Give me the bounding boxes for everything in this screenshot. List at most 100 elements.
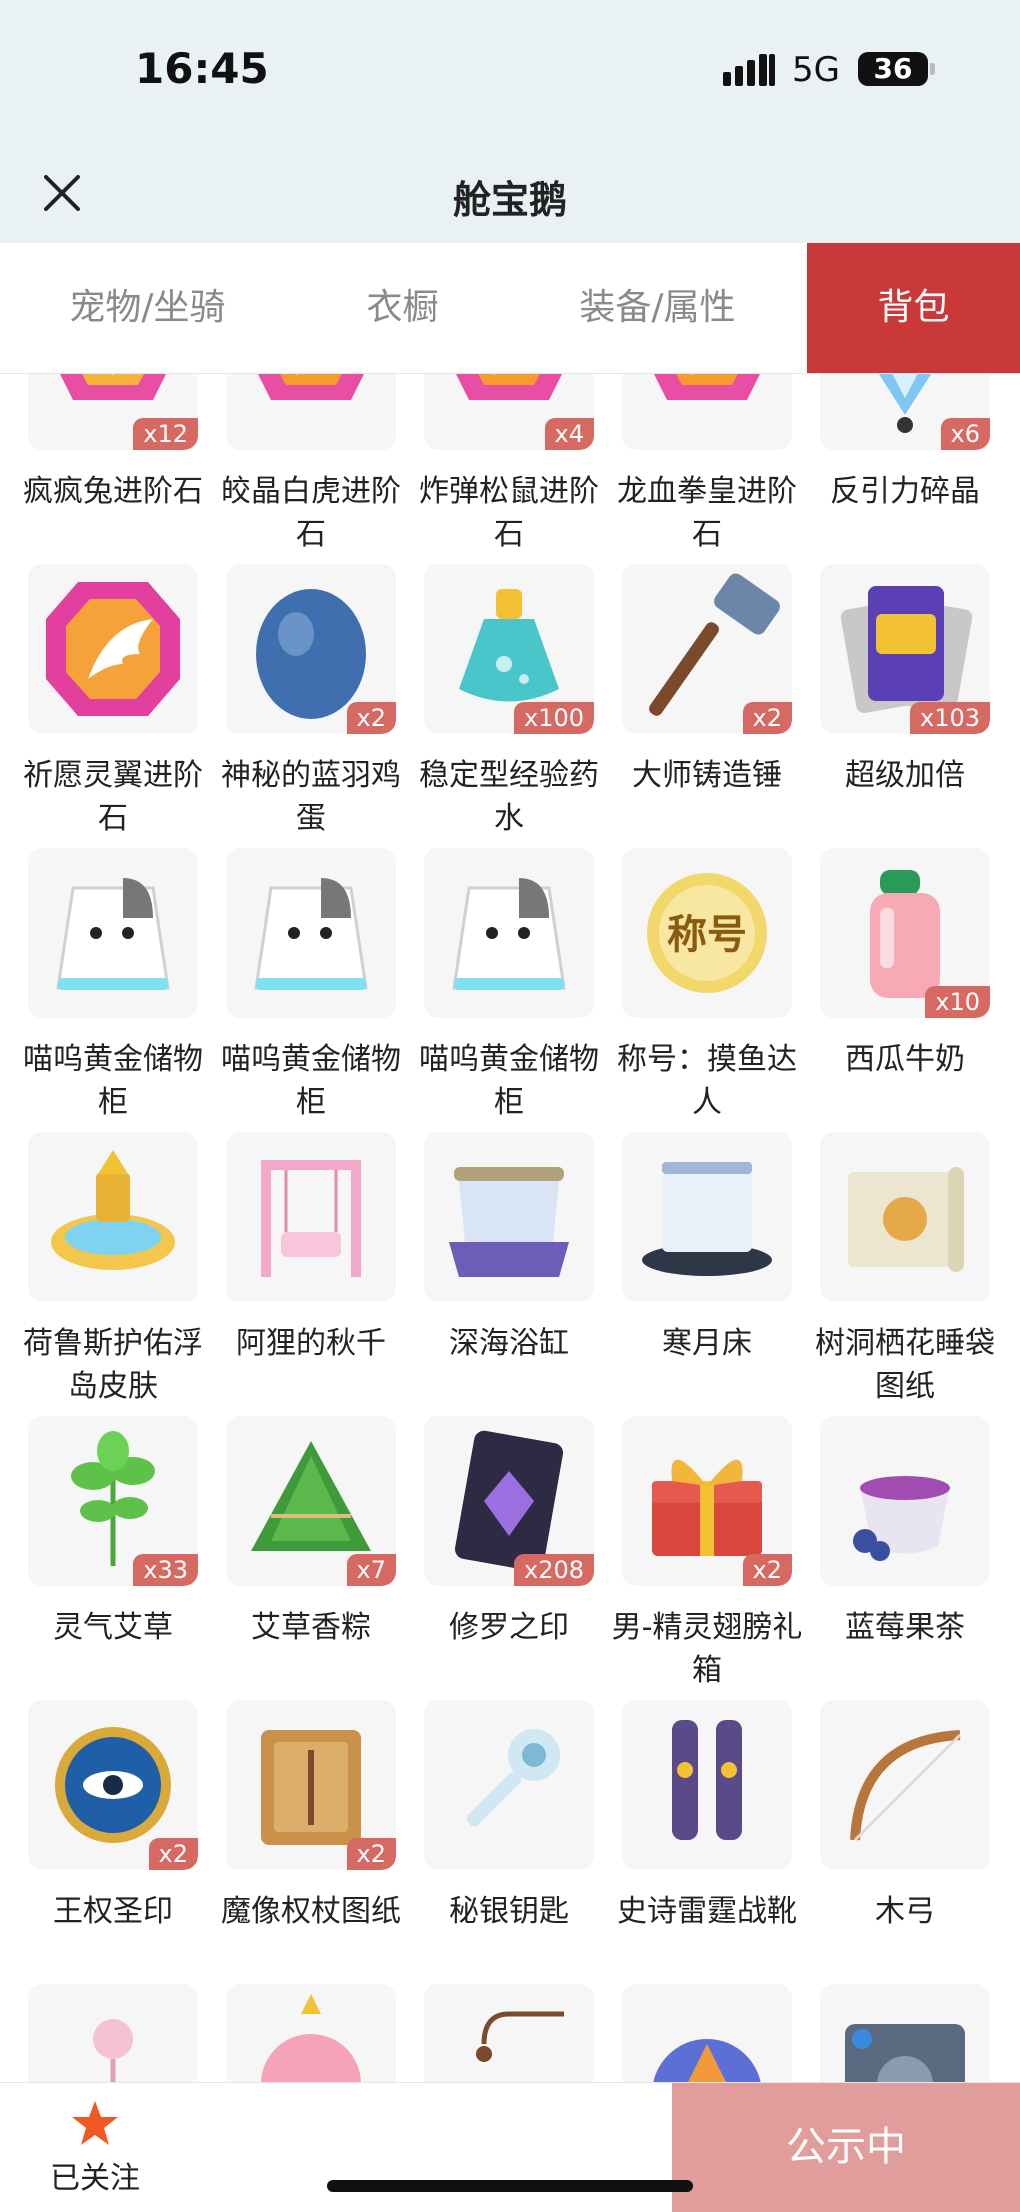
item-name: 大师铸造锤 xyxy=(632,758,782,793)
backpack-item[interactable] xyxy=(396,1984,594,2082)
swing-icon xyxy=(261,1160,361,1277)
item-name: 修罗之印 xyxy=(449,1610,569,1645)
backpack-grid[interactable]: x12 疯疯兔进阶石 皎晶白虎进阶石 x4 炸弹松鼠进阶石 龙血拳皇进阶石 x6 反引力碎晶祈… xyxy=(0,374,1020,2082)
item-count-badge: x2 xyxy=(148,1838,198,1870)
backpack-item[interactable]: 史诗雷霆战靴 xyxy=(594,1700,797,1970)
tab-equipment[interactable]: 装备/属性 xyxy=(510,243,805,373)
floating-island-icon xyxy=(51,1150,175,1270)
item-count-badge: x2 xyxy=(742,702,792,734)
safe-icon xyxy=(845,2024,965,2082)
item-icon-box xyxy=(226,1984,396,2082)
item-icon-box: x4 xyxy=(424,374,594,450)
backpack-item[interactable]: x10 西瓜牛奶 xyxy=(792,848,990,1118)
backpack-item[interactable]: 喵呜黄金储物柜 xyxy=(0,848,203,1120)
item-icon-box xyxy=(28,564,198,734)
item-count-badge: x2 xyxy=(346,702,396,734)
item-count-badge: x2 xyxy=(742,1554,792,1586)
item-icon-box xyxy=(424,1984,594,2082)
item-icon-box: x7 xyxy=(226,1416,396,1586)
item-icon-box xyxy=(424,1132,594,1302)
tab-wardrobe[interactable]: 衣橱 xyxy=(255,243,550,373)
title-badge-icon: 称号 xyxy=(647,873,767,993)
backpack-item[interactable]: 喵呜黄金储物柜 xyxy=(396,848,599,1120)
item-icon-box xyxy=(820,1132,990,1302)
item-name: 男-精灵翅膀礼箱 xyxy=(611,1610,803,1688)
bed-icon xyxy=(642,1162,772,1276)
publish-button[interactable]: 公示中 xyxy=(672,2083,1020,2212)
backpack-item[interactable]: x6 反引力碎晶 xyxy=(792,374,990,550)
item-name: 喵呜黄金储物柜 xyxy=(23,1042,203,1120)
home-indicator xyxy=(327,2180,693,2192)
item-count-badge: x10 xyxy=(925,986,990,1018)
tea-cup-icon xyxy=(853,1476,950,1561)
item-name: 称号：摸鱼达人 xyxy=(617,1042,797,1120)
bow-icon xyxy=(850,1730,962,1842)
item-name: 木弓 xyxy=(875,1894,935,1929)
backpack-item[interactable] xyxy=(198,1984,396,2082)
backpack-item[interactable] xyxy=(594,1984,792,2082)
backpack-item[interactable]: x103 超级加倍 xyxy=(792,564,990,834)
backpack-item[interactable]: x2 男-精灵翅膀礼箱 xyxy=(594,1416,802,1688)
backpack-item[interactable]: 寒月床 xyxy=(594,1132,792,1402)
item-icon-box: x2 xyxy=(622,564,792,734)
item-icon-box: x208 xyxy=(424,1416,594,1586)
item-icon-box xyxy=(28,1132,198,1302)
item-name: 灵气艾草 xyxy=(53,1610,173,1645)
item-icon-box: x2 xyxy=(226,1700,396,1870)
sticker-icon xyxy=(261,1994,361,2082)
item-name: 喵呜黄金储物柜 xyxy=(419,1042,599,1120)
backpack-item[interactable]: x7 艾草香粽 xyxy=(198,1416,396,1686)
item-name: 超级加倍 xyxy=(845,758,965,793)
backpack-item[interactable]: 树洞栖花睡袋图纸 xyxy=(792,1132,995,1404)
backpack-item[interactable]: x208 修罗之印 xyxy=(396,1416,594,1686)
item-icon-box: x100 xyxy=(424,564,594,734)
network-label: 5G xyxy=(792,50,840,90)
page-title: 舱宝鹅 xyxy=(452,178,567,222)
backpack-item[interactable]: x33 灵气艾草 xyxy=(0,1416,198,1686)
backpack-item[interactable]: x2 魔像权杖图纸 xyxy=(198,1700,401,1970)
backpack-item[interactable]: 深海浴缸 xyxy=(396,1132,594,1402)
item-count-badge: x33 xyxy=(133,1554,198,1586)
signal-icon xyxy=(723,54,775,86)
backpack-item[interactable]: 荷鲁斯护佑浮岛皮肤 xyxy=(0,1132,203,1404)
status-time: 16:45 xyxy=(135,44,269,93)
item-icon-box xyxy=(424,1700,594,1870)
backpack-item[interactable]: 阿狸的秋千 xyxy=(198,1132,396,1402)
item-name: 龙血拳皇进阶石 xyxy=(617,474,797,552)
backpack-item[interactable]: x2 大师铸造锤 xyxy=(594,564,792,834)
item-name: 树洞栖花睡袋图纸 xyxy=(815,1326,995,1404)
backpack-item[interactable]: 皎晶白虎进阶石 xyxy=(198,374,401,552)
backpack-item[interactable]: 称号称号：摸鱼达人 xyxy=(594,848,797,1120)
backpack-item[interactable]: 秘银钥匙 xyxy=(396,1700,594,1970)
tab-backpack[interactable]: 背包 xyxy=(807,243,1020,373)
backpack-item[interactable]: 木弓 xyxy=(792,1700,990,1970)
orb-icon xyxy=(653,2039,761,2082)
battery-icon: 36 xyxy=(858,52,935,86)
item-icon-box xyxy=(622,1132,792,1302)
battery-nub xyxy=(930,63,935,75)
item-name: 炸弹松鼠进阶石 xyxy=(419,474,599,552)
item-icon-box xyxy=(820,1984,990,2082)
follow-label: 已关注 xyxy=(50,2161,140,2196)
tab-pets[interactable]: 宠物/坐骑 xyxy=(0,243,295,373)
backpack-item[interactable]: x2 神秘的蓝羽鸡蛋 xyxy=(198,564,401,836)
item-icon-box: x33 xyxy=(28,1416,198,1586)
backpack-item[interactable]: x100 稳定型经验药水 xyxy=(396,564,599,836)
backpack-item[interactable]: x12 疯疯兔进阶石 xyxy=(0,374,203,550)
cat-cabinet-icon xyxy=(56,878,170,990)
backpack-item[interactable] xyxy=(792,1984,990,2082)
backpack-item[interactable]: 喵呜黄金储物柜 xyxy=(198,848,401,1120)
backpack-item[interactable]: x4 炸弹松鼠进阶石 xyxy=(396,374,599,552)
item-count-badge: x100 xyxy=(513,702,594,734)
backpack-item[interactable]: 祈愿灵翼进阶石 xyxy=(0,564,203,836)
backpack-item[interactable]: 龙血拳皇进阶石 xyxy=(594,374,797,552)
follow-button[interactable]: 已关注 xyxy=(0,2083,190,2212)
backpack-item[interactable] xyxy=(0,1984,198,2082)
item-icon-box: x2 xyxy=(28,1700,198,1870)
item-icon-box: x103 xyxy=(820,564,990,734)
backpack-item[interactable]: x2 王权圣印 xyxy=(0,1700,198,1970)
item-icon-box: x12 xyxy=(28,374,198,450)
backpack-item[interactable]: 蓝莓果茶 xyxy=(792,1416,990,1686)
item-name: 疯疯兔进阶石 xyxy=(23,474,203,509)
item-icon-box xyxy=(28,1984,198,2082)
